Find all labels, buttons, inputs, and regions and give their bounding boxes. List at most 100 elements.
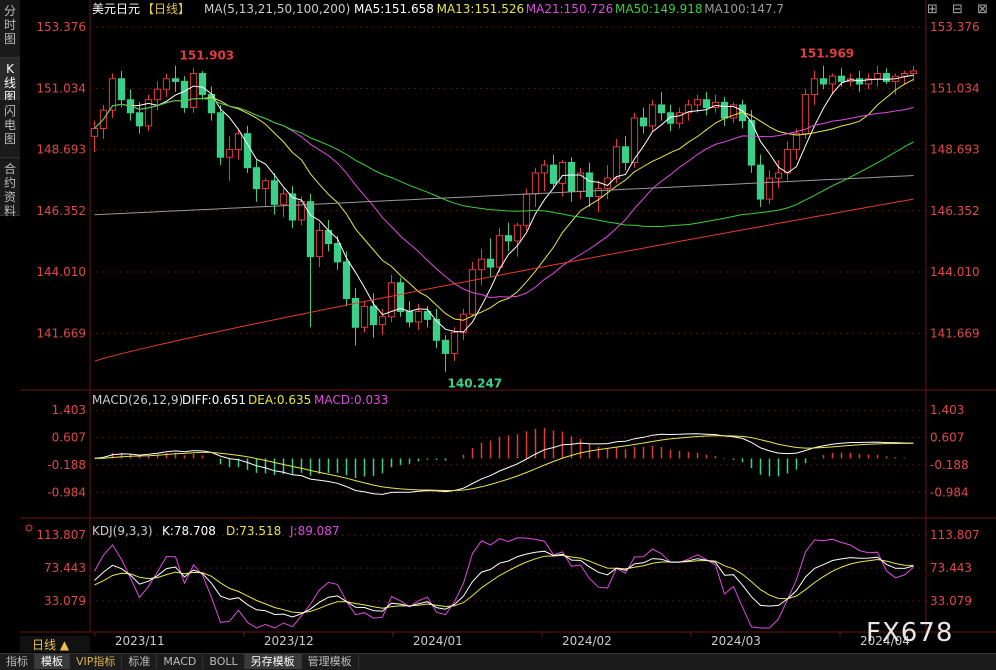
sidebar-tab-2[interactable]: 闪电图 [0,100,20,158]
price-tick-left: 153.376 [36,20,86,34]
period-selector[interactable]: 日线 ▲ [32,636,69,653]
ma-legend-3: MA50:149.918 [615,2,703,16]
watermark-logo: FX678 [866,618,954,648]
sidebar-tab-char: 料 [3,204,16,218]
candle-up [693,99,702,106]
macd-dea-label: DEA:0.635 [248,393,311,407]
bottom-tab-1[interactable]: 模板 [35,654,70,669]
sidebar-tab-3[interactable]: 合约资料 [0,158,20,218]
ma-settings-label: MA(5,13,21,50,100,200) [204,2,350,16]
period-tag: 【日线】 [142,2,190,16]
candle-down [306,201,315,258]
candle-up [873,73,882,80]
candle-up [909,70,918,75]
candle-down [117,78,126,101]
candle-up [576,172,585,192]
candle-up [279,193,288,205]
sidebar-tab-char: 线 [3,76,16,90]
candle-down [180,80,189,109]
candle-up [531,172,540,195]
price-tick-left: 148.693 [36,143,86,157]
kdj-tick-left: 113.807 [36,528,86,542]
macd-value-label: MACD:0.033 [314,393,388,407]
kdj-tick-right: 113.807 [930,528,980,542]
candle-up [900,73,909,77]
candle-up [189,73,198,109]
x-axis-label: 2024/01 [413,634,463,648]
candle-up [225,148,234,158]
candle-up [90,127,99,137]
sidebar-tab-char: 电 [3,118,16,132]
x-axis-label: 2023/11 [115,634,165,648]
candle-up [648,104,657,127]
candle-down [567,161,576,192]
candle-down [333,243,342,263]
candle-up [162,78,171,90]
candle-down [396,282,405,313]
candle-down [504,235,513,242]
candle-up [774,172,783,179]
price-tick-right: 141.669 [930,326,980,340]
candle-up [558,161,567,184]
instrument-name: 美元日元 [92,2,140,16]
bottom-tab-4[interactable]: MACD [157,654,204,669]
sidebar-tab-0[interactable]: 分时图 [0,0,20,58]
sidebar-tab-char: 闪 [3,104,16,118]
macd-title: MACD(26,12,9) [92,393,183,407]
candle-up [495,235,504,268]
sidebar-tab-char: 图 [3,32,16,46]
candle-up [477,258,486,271]
sidebar-tab-1[interactable]: K线图 [0,58,20,104]
candle-down [720,101,729,119]
sidebar-tab-char: 约 [3,176,16,190]
candle-up [234,133,243,150]
price-tick-right: 148.693 [930,143,980,157]
macd-tick-left: 1.403 [52,403,86,417]
price-tick-left: 151.034 [36,81,86,95]
bottom-tab-5[interactable]: BOLL [203,654,245,669]
price-tick-left: 146.352 [36,204,86,218]
macd-tick-left: 0.607 [52,431,86,445]
candle-down [882,73,891,82]
candle-down [756,164,765,200]
candle-up [360,305,369,328]
candle-down [198,73,207,95]
price-tick-right: 144.010 [930,265,980,279]
candle-down [342,261,351,299]
candle-down [405,311,414,323]
bottom-tab-2[interactable]: VIP指标 [70,654,123,669]
bottom-tab-6[interactable]: 另存模板 [244,654,302,669]
kdj-j-label: J:89.087 [289,524,340,538]
close-icon[interactable]: ⊠ [977,2,988,17]
chart-background [20,0,996,653]
kdj-k-label: K:78.708 [162,524,216,538]
candle-down [639,117,648,127]
ma-legend-1: MA13:151.526 [437,2,524,16]
restore-icon[interactable]: ⊟ [952,2,963,17]
ma-legend-0: MA5:151.658 [354,2,434,16]
candle-up [810,78,819,95]
kdj-tick-left: 33.079 [44,594,86,608]
price-tick-left: 141.669 [36,326,86,340]
sidebar-tab-char: 分 [3,4,16,18]
ma-legend-2: MA21:150.726 [526,2,614,16]
candle-down [657,104,666,114]
candle-up [414,311,423,323]
macd-tick-right: 1.403 [930,403,964,417]
macd-tick-right: 0.607 [930,431,964,445]
price-tick-right: 146.352 [930,204,980,218]
price-tick-right: 153.376 [930,20,980,34]
kdj-tick-right: 33.079 [930,594,972,608]
candle-down [666,112,675,124]
bottom-tab-7[interactable]: 管理模板 [302,654,359,669]
bottom-tab-3[interactable]: 标准 [122,654,158,669]
candle-up [792,133,801,150]
price-tick-left: 144.010 [36,265,86,279]
bottom-tab-0[interactable]: 指标 [0,654,35,669]
candle-up [540,164,549,174]
candlestick-chart[interactable]: 153.376 153.376 151.034 151.034 148.693 148.6… [0,0,996,653]
square-icon[interactable]: ⊞ [927,2,938,17]
x-axis-label: 2024/03 [711,634,761,648]
candle-down [216,112,225,158]
low-annotation: 140.247 [448,377,503,391]
